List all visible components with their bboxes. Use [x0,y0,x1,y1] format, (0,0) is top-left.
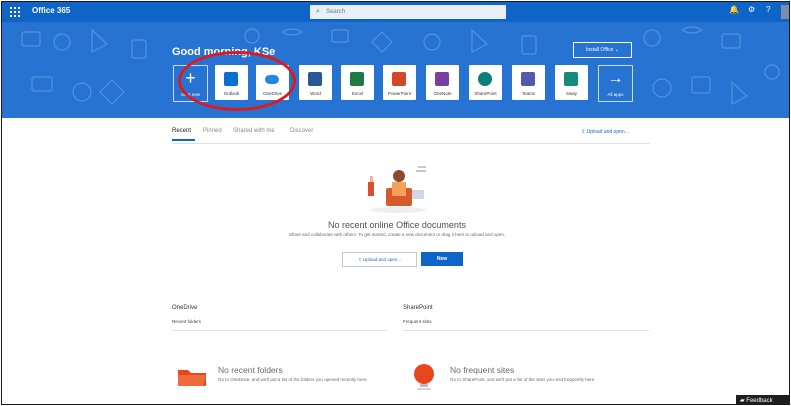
folder-icon [178,370,206,386]
app-tile-excel[interactable]: Excel [341,65,374,100]
app-tile-label: SharePoint [474,91,497,96]
sway-icon [564,72,578,86]
search-box[interactable]: ⌕ Search [310,5,506,19]
powerpoint-icon [392,72,406,86]
help-icon[interactable]: ? [766,5,770,14]
app-tile-label: OneNote [433,91,452,96]
onedrive-section-title[interactable]: OneDrive [172,305,197,311]
teams-icon [521,72,535,86]
app-tile-powerpoint[interactable]: PowerPoint [383,65,416,100]
new-document-button[interactable]: New [421,252,463,266]
tab-recent[interactable]: Recent [172,128,191,134]
sharepoint-section-subtitle: Frequent sites [403,319,432,324]
app-tile-label: Teams [521,91,536,96]
app-tile-label: Word [310,91,321,96]
feedback-button[interactable]: ▰ Feedback [736,395,789,404]
feedback-icon: ▰ [740,398,745,404]
no-frequent-sites-text: Go to SharePoint, and we'll put a list o… [450,377,596,382]
suite-title[interactable]: Office 365 [32,6,70,15]
word-icon [308,72,322,86]
app-launcher-icon[interactable] [10,7,20,17]
upload-icon: ⇪ [581,129,586,135]
office-365-home: Office 365 ⌕ Search 🔔 ⚙ ? Good morning, … [1,1,790,405]
suite-bar: Office 365 ⌕ Search 🔔 ⚙ ? [2,2,789,22]
app-tile-onenote[interactable]: OneNote [426,65,459,100]
tabs-divider [172,143,650,144]
app-tile-word[interactable]: Word [299,65,332,100]
notification-bell-icon[interactable]: 🔔 [729,5,739,14]
install-office-label: Install Office [585,47,614,53]
app-tile-label: Excel [351,91,363,96]
upload-and-open-button[interactable]: ⇪ Upload and open... [342,252,417,267]
annotation-circle [178,51,296,111]
upload-and-open-link[interactable]: ⇪ Upload and open... [581,129,629,135]
app-tile-sharepoint[interactable]: SharePoint [469,65,502,100]
hero-banner: Good morning, KSe Install Office ⌄ + Sta… [2,22,789,118]
upload-button-label: Upload and open... [363,257,402,262]
onedrive-divider [172,330,387,331]
gear-icon[interactable]: ⚙ [748,5,755,14]
app-tile-sway[interactable]: Sway [555,65,588,100]
no-frequent-sites-title: No frequent sites [450,365,515,375]
excel-icon [350,72,364,86]
feedback-label: Feedback [746,398,773,404]
app-tile-all-apps[interactable]: → All apps [598,65,633,102]
app-tile-label: PowerPoint [387,91,411,96]
sharepoint-icon [478,72,492,86]
onenote-icon [435,72,449,86]
empty-state-subtitle: Share and collaborate with others. To ge… [288,232,506,237]
sharepoint-section-title[interactable]: SharePoint [403,305,433,311]
search-icon: ⌕ [316,8,320,15]
app-tile-label: All apps [607,92,624,97]
avatar[interactable] [781,5,789,19]
active-tab-indicator [172,139,195,141]
no-recent-folders-title: No recent folders [218,365,283,375]
empty-documents-illustration [368,166,426,213]
tab-shared-with-me[interactable]: Shared with me [233,128,275,134]
search-placeholder: Search [326,9,346,15]
sharepoint-divider [403,330,649,331]
onedrive-section-subtitle: Recent folders [172,319,202,324]
arrow-right-icon: → [607,70,624,87]
empty-state-title: No recent online Office documents [328,220,466,230]
no-recent-folders-text: Go to OneDrive, and we'll put a list of … [218,377,368,382]
app-tile-label: Sway [565,91,577,96]
globe-icon [414,364,434,390]
upload-and-open-label: Upload and open... [586,129,629,135]
tab-pinned[interactable]: Pinned [203,128,222,134]
upload-icon: ⇪ [357,257,362,262]
install-office-button[interactable]: Install Office ⌄ [573,42,632,58]
app-tile-teams[interactable]: Teams [512,65,545,100]
tab-discover[interactable]: Discover [290,128,313,134]
